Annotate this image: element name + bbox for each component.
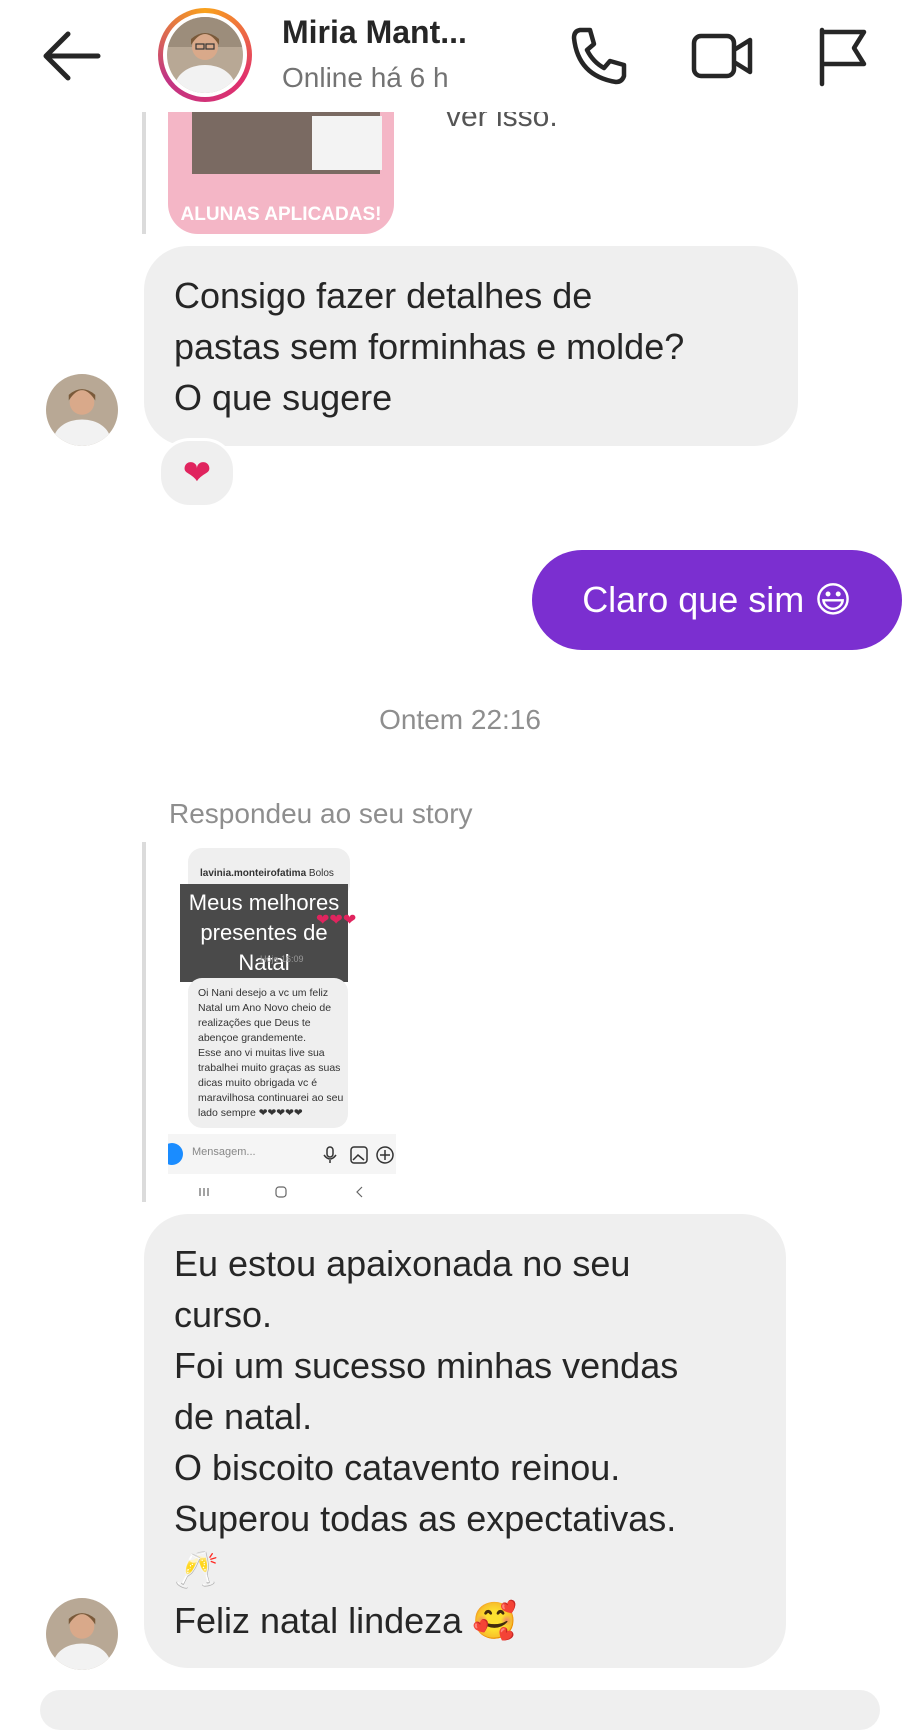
story-text-label: Meus melhores presentes de Natal [180,884,348,982]
camera-icon [168,1143,183,1165]
story-input-placeholder: Mensagem... [192,1146,256,1158]
chat-header: Miria Mant... Online há 6 h [0,0,920,112]
image-icon [350,1146,368,1164]
avatar-photo [167,17,243,93]
video-icon[interactable] [690,24,754,88]
story-time: Hoje 16:09 [260,954,304,964]
story-preview[interactable]: lavinia.monteirofatima Bolos Meus melhor… [168,842,396,1202]
sender-avatar[interactable] [46,1598,118,1670]
reply-indicator-bar [142,842,146,1202]
timestamp: Ontem 22:16 [379,704,541,735]
incoming-message[interactable]: Consigo fazer detalhes de pastas sem for… [144,246,798,446]
story-message-text: Oi Nani desejo a vc um feliz Natal um An… [198,987,344,1119]
story-message-input: Mensagem... [168,1134,396,1174]
contact-avatar[interactable] [158,8,252,102]
outgoing-message-text: Claro que sim 😃 [582,579,852,620]
contact-status: Online há 6 h [282,62,449,93]
story-message-card: Oi Nani desejo a vc um feliz Natal um An… [188,978,348,1128]
flag-icon[interactable] [812,24,876,88]
heart-reaction[interactable]: ❤ [158,438,236,508]
contact-name[interactable]: Miria Mant... [282,14,467,51]
outgoing-message[interactable]: Claro que sim 😃 [532,550,902,650]
next-message-partial [40,1690,880,1730]
phone-icon[interactable] [566,24,630,88]
heart-icon: ❤ [182,454,212,492]
cut-message-text: ver isso. [446,110,558,132]
story-caption: ALUNAS APLICADAS! [180,204,382,225]
reply-indicator-bar [142,112,146,234]
mic-icon [323,1146,337,1163]
incoming-message[interactable]: Eu estou apaixonada no seu curso. Foi um… [144,1214,786,1668]
system-navbar [199,1186,363,1198]
story-thumbnail[interactable]: ALUNAS APLICADAS! [168,112,394,234]
replied-to-story-label: Respondeu ao seu story [169,798,473,829]
sender-avatar[interactable] [46,374,118,446]
story-username-caption: Bolos [308,868,334,879]
plus-icon [376,1146,394,1164]
arrow-left-icon[interactable] [40,30,102,82]
heart-icons: ❤❤❤ [316,912,357,929]
story-username: lavinia.monteirofatima [200,868,307,879]
